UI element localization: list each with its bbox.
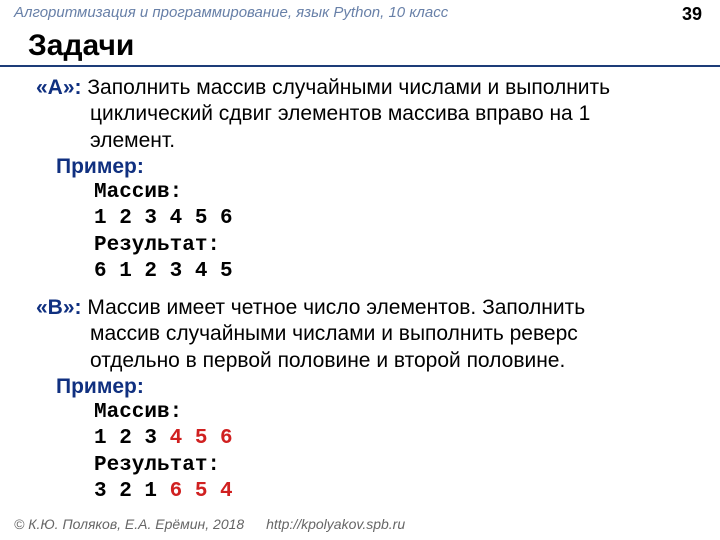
task-a-result-values: 6 1 2 3 4 5 xyxy=(36,259,692,285)
task-b-array-red: 4 5 6 xyxy=(170,427,233,450)
task-b-example-label: Пример: xyxy=(36,375,144,398)
task-b-desc-line2: массив случайными числами и выполнить ре… xyxy=(36,321,692,347)
task-a-desc-line1: Заполнить массив случайными числами и вы… xyxy=(82,76,611,99)
task-b-label: «B»: xyxy=(36,296,82,319)
task-b-desc-line3: отдельно в первой половине и второй поло… xyxy=(36,348,692,374)
footer-copyright: © К.Ю. Поляков, Е.А. Ерёмин, 2018 xyxy=(14,516,244,532)
task-b-result-label: Результат: xyxy=(36,453,692,479)
course-title: Алгоритмизация и программирование, язык … xyxy=(14,4,448,21)
content: «A»: Заполнить массив случайными числами… xyxy=(0,75,720,505)
task-b-array-label: Массив: xyxy=(36,400,692,426)
task-b: «B»: Массив имеет четное число элементов… xyxy=(36,295,692,505)
task-a-result-label: Результат: xyxy=(36,233,692,259)
page-number: 39 xyxy=(682,4,702,25)
task-a-array-label: Массив: xyxy=(36,180,692,206)
task-a-desc-line2: циклический сдвиг элементов массива впра… xyxy=(36,101,692,127)
page-title: Задачи xyxy=(0,27,720,67)
footer-url: http://kpolyakov.spb.ru xyxy=(266,516,405,532)
header: Алгоритмизация и программирование, язык … xyxy=(0,0,720,25)
footer: © К.Ю. Поляков, Е.А. Ерёмин, 2018 http:/… xyxy=(14,516,405,532)
task-b-desc-line1: Массив имеет четное число элементов. Зап… xyxy=(82,296,586,319)
task-a-label: «A»: xyxy=(36,76,82,99)
task-b-array-values: 1 2 3 4 5 6 xyxy=(36,426,692,452)
task-b-result-black: 3 2 1 xyxy=(94,480,170,503)
task-a-desc-line3: элемент. xyxy=(36,128,692,154)
task-b-array-black: 1 2 3 xyxy=(94,427,170,450)
task-a-array-values: 1 2 3 4 5 6 xyxy=(36,206,692,232)
task-b-result-red: 6 5 4 xyxy=(170,480,233,503)
task-b-result-values: 3 2 1 6 5 4 xyxy=(36,479,692,505)
task-a: «A»: Заполнить массив случайными числами… xyxy=(36,75,692,285)
task-a-example-label: Пример: xyxy=(36,155,144,178)
